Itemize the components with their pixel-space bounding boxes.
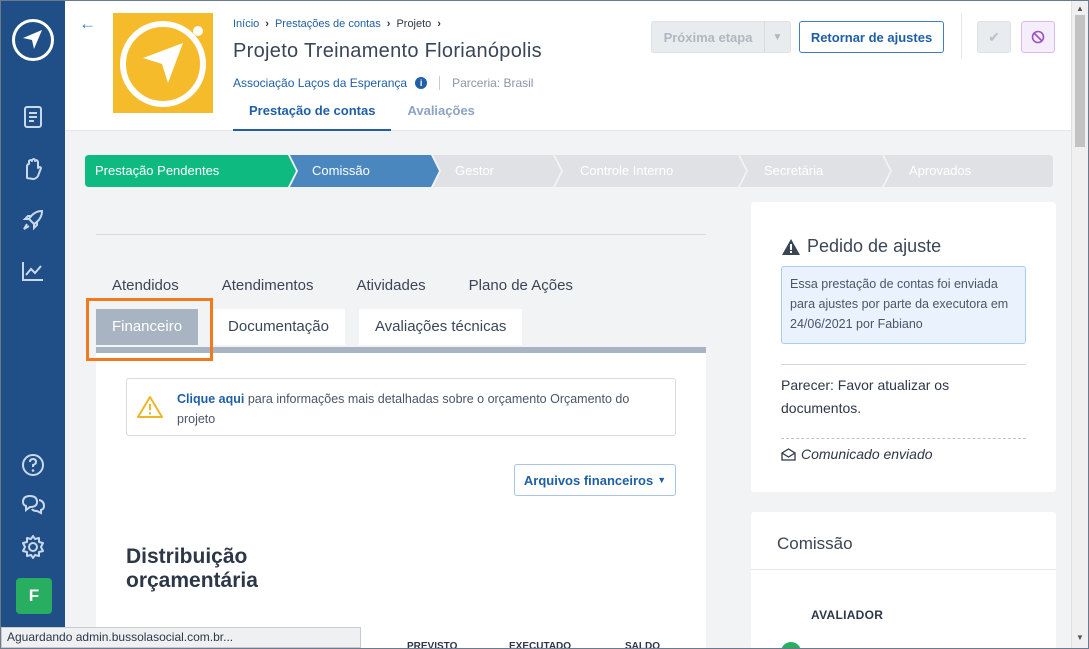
breadcrumb-home[interactable]: Início: [233, 18, 259, 30]
workflow-stepper: Prestação Pendentes Comissão Gestor Cont…: [85, 155, 1053, 187]
alert-link[interactable]: Clique aqui: [177, 392, 244, 406]
section-title: Distribuição orçamentária: [126, 545, 258, 592]
tab-documentacao[interactable]: Documentação: [212, 309, 345, 345]
adjustment-request-card: Pedido de ajuste Essa prestação de conta…: [751, 202, 1056, 492]
tab-atendimentos[interactable]: Atendimentos: [206, 268, 330, 304]
bussola-logo[interactable]: [12, 19, 54, 61]
tab-prestacao-de-contas[interactable]: Prestação de contas: [233, 97, 392, 131]
tabs-row-1: Atendidos Atendimentos Atividades Plano …: [96, 268, 589, 304]
divider: [781, 364, 1026, 365]
evaluator-avatar: [781, 642, 801, 649]
column-header-executado: EXECUTADO: [509, 641, 572, 649]
step-comissao: Comissão: [312, 163, 370, 178]
envelope-open-icon: [781, 447, 796, 461]
breadcrumb-separator: ›: [265, 18, 269, 30]
reject-block-button[interactable]: [1021, 21, 1055, 53]
chart-line-icon[interactable]: [20, 258, 46, 284]
financial-files-label: Arquivos financeiros: [523, 472, 654, 488]
project-meta: Associação Laços da Esperança i Parceria…: [233, 76, 533, 90]
info-icon[interactable]: i: [415, 77, 428, 89]
tab-avaliacoes[interactable]: Avaliações: [391, 97, 490, 131]
back-arrow-icon[interactable]: ←: [79, 14, 96, 34]
breadcrumb: Início › Prestações de contas › Projeto …: [233, 18, 441, 30]
return-adjustments-button[interactable]: Retornar de ajustes: [799, 21, 944, 53]
divider: [781, 438, 1026, 439]
page-title: Projeto Treinamento Florianópolis: [233, 40, 542, 62]
scroll-thumb[interactable]: [1075, 15, 1085, 147]
parecer-text: Parecer: Favor atualizar os documentos.: [781, 377, 950, 416]
breadcrumb-current: Projeto: [396, 18, 432, 30]
comissao-card: Comissão AVALIADOR: [751, 512, 1056, 649]
scroll-up-icon[interactable]: ▲: [1076, 4, 1084, 13]
user-avatar[interactable]: F: [16, 578, 52, 614]
divider: [961, 13, 962, 59]
tabs-row-2: Financeiro Documentação Avaliações técni…: [96, 309, 523, 345]
step-shape-gestor: [433, 155, 561, 187]
organization-link[interactable]: Associação Laços da Esperança: [233, 76, 407, 90]
tab-atendidos[interactable]: Atendidos: [96, 268, 195, 304]
sidebar: F: [1, 1, 65, 648]
tab-avaliacoes-tecnicas[interactable]: Avaliações técnicas: [358, 309, 523, 345]
adjustment-message: Essa prestação de contas foi enviada par…: [781, 266, 1026, 344]
rocket-icon[interactable]: [20, 207, 46, 233]
step-secretaria: Secretária: [764, 163, 824, 178]
adjustment-title-text: Pedido de ajuste: [807, 236, 942, 256]
alert-message: para informações mais detalhadas sobre o…: [177, 392, 630, 426]
approve-check-button[interactable]: ✔: [977, 21, 1011, 53]
scroll-down-icon[interactable]: ▼: [1076, 633, 1084, 642]
hand-heart-icon[interactable]: [20, 156, 46, 182]
help-icon[interactable]: [20, 452, 46, 478]
next-step-label: Próxima etapa: [663, 29, 753, 45]
breadcrumb-separator: ›: [437, 18, 441, 30]
divider: [751, 569, 1056, 570]
comunicado-text: Comunicado enviado: [801, 446, 933, 462]
breadcrumb-separator: ›: [386, 18, 391, 30]
tab-plano-de-acoes[interactable]: Plano de Ações: [453, 268, 589, 304]
divider: [96, 234, 706, 235]
gear-icon[interactable]: [20, 534, 46, 560]
step-controle-interno: Controle Interno: [580, 163, 674, 178]
alert-text: Clique aqui para informações mais detalh…: [177, 389, 657, 429]
warning-icon: [137, 396, 163, 418]
warning-icon: [782, 238, 800, 255]
column-header-avaliador: AVALIADOR: [811, 608, 884, 622]
comunicado-status: Comunicado enviado: [781, 446, 933, 462]
breadcrumb-prestacoes[interactable]: Prestações de contas: [275, 18, 381, 30]
block-icon: [1031, 30, 1045, 44]
financial-files-button[interactable]: Arquivos financeiros ▼: [514, 464, 676, 496]
column-header-previsto: PREVISTO: [407, 641, 458, 649]
step-gestor: Gestor: [455, 163, 495, 178]
step-prestacao-pendentes: Prestação Pendentes: [95, 163, 220, 178]
browser-status-bar: Aguardando admin.bussolasocial.com.br...: [1, 627, 361, 648]
caret-down-icon: ▼: [657, 475, 667, 485]
chat-icon[interactable]: [20, 491, 46, 517]
next-step-button[interactable]: Próxima etapa ▼: [651, 21, 791, 53]
tab-atividades[interactable]: Atividades: [340, 268, 441, 304]
report-icon[interactable]: [20, 104, 46, 130]
page-scrollbar[interactable]: ▲ ▼: [1071, 1, 1088, 648]
caret-down-icon[interactable]: ▼: [764, 22, 790, 52]
comissao-title: Comissão: [777, 534, 853, 553]
project-header: ← Início › Prestações de contas › Projet…: [65, 1, 1071, 131]
divider: [439, 76, 441, 90]
column-header-saldo: SALDO: [625, 641, 660, 649]
partnership-label: Parceria: Brasil: [452, 76, 534, 90]
step-aprovados: Aprovados: [909, 163, 972, 178]
tab-financeiro[interactable]: Financeiro: [96, 309, 199, 345]
project-logo: [113, 13, 213, 113]
header-tabs: Prestação de contas Avaliações: [233, 97, 491, 131]
adjustment-title: Pedido de ajuste: [781, 236, 941, 257]
info-alert: Clique aqui para informações mais detalh…: [126, 378, 676, 436]
